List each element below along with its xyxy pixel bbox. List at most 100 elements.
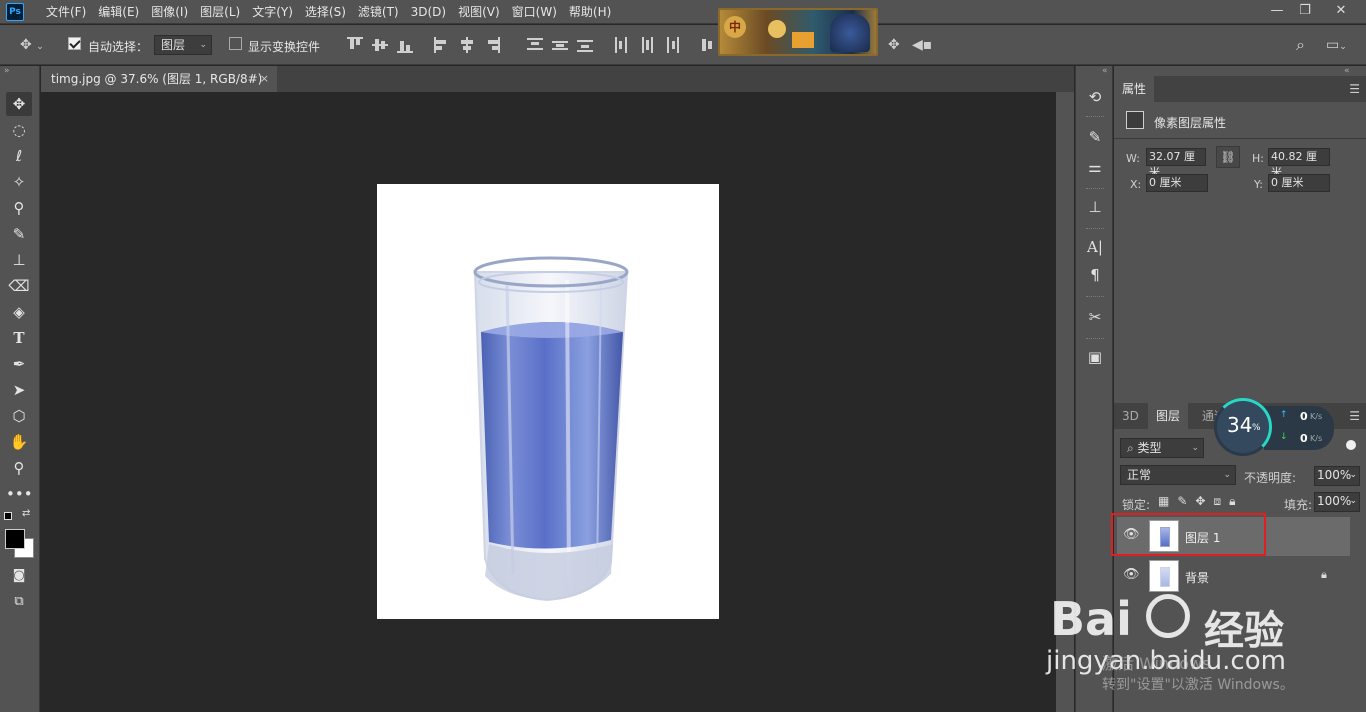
menu-filter[interactable]: 滤镜(T) (352, 0, 405, 24)
y-field[interactable]: 0 厘米 (1268, 174, 1330, 192)
quick-mask-icon[interactable]: ◙ (6, 564, 32, 588)
brush-presets-icon[interactable]: ✎ (1084, 126, 1106, 148)
shape-tool-icon[interactable]: ⬡ (6, 404, 32, 428)
document-canvas[interactable] (377, 184, 719, 619)
tools-options-icon[interactable]: ✂ (1084, 306, 1106, 328)
align-right-icon[interactable] (484, 37, 500, 53)
options-bar: ✥ ⌄ 自动选择： 图层 ⌄ 显示变换控件 ✥ ◀▪ ⌕ ▭⌄ (0, 25, 1366, 65)
close-window-button[interactable]: ✕ (1326, 0, 1356, 22)
screen-mode-icon[interactable]: ⧉ (6, 590, 32, 614)
blend-mode-dropdown[interactable]: 正常 ⌄ (1120, 465, 1236, 485)
stamp-tool-icon[interactable]: ⊥ (6, 248, 32, 272)
fill-field[interactable]: 100% ⌄ (1314, 492, 1360, 512)
tab-properties[interactable]: 属性 (1114, 76, 1155, 102)
lock-options-icons[interactable]: ▦✎✥⧈🔒︎ (1158, 494, 1243, 509)
network-speed-widget[interactable]: ↑ 0 K/s ↓ 0 K/s 34 % (1214, 398, 1334, 456)
close-tab-icon[interactable]: × (260, 66, 269, 92)
lasso-tool-icon[interactable]: ℓ (6, 144, 32, 168)
dock-separator (1086, 338, 1104, 339)
panel-menu-icon[interactable]: ☰ (1349, 409, 1360, 423)
clone-source-icon[interactable]: ⊥ (1084, 196, 1106, 218)
collapse-panels-icon[interactable]: « (1344, 66, 1350, 76)
width-field[interactable]: 32.07 厘米 (1146, 148, 1206, 179)
opacity-field[interactable]: 100% ⌄ (1314, 466, 1360, 486)
libraries-icon[interactable]: ▣ (1084, 346, 1106, 368)
x-field[interactable]: 0 厘米 (1146, 174, 1208, 192)
menu-help[interactable]: 帮助(H) (563, 0, 617, 24)
align-hcenter-icon[interactable] (459, 37, 475, 53)
3d-pan-icon[interactable]: ✥ (888, 37, 900, 53)
menu-edit[interactable]: 编辑(E) (92, 0, 145, 24)
hand-tool-icon[interactable]: ✋ (6, 430, 32, 454)
distribute-bottom-icon[interactable] (577, 37, 593, 53)
brush-tool-icon[interactable]: ✎ (6, 222, 32, 246)
height-field[interactable]: 40.82 厘米 (1268, 148, 1330, 179)
magic-wand-tool-icon[interactable]: ✧ (6, 170, 32, 194)
move-tool-preset-icon[interactable]: ✥ ⌄ (20, 37, 44, 55)
menu-view[interactable]: 视图(V) (452, 0, 506, 24)
3d-video-icon[interactable]: ◀▪ (912, 37, 932, 53)
search-icon[interactable]: ⌕ (1296, 37, 1305, 53)
character-icon[interactable]: A| (1084, 236, 1106, 258)
menu-3d[interactable]: 3D(D) (405, 0, 452, 24)
visibility-eye-icon[interactable]: 👁︎ (1123, 567, 1140, 582)
menu-file[interactable]: 文件(F) (40, 0, 92, 24)
distribute-top-icon[interactable] (527, 37, 543, 53)
align-top-icon[interactable] (347, 37, 363, 53)
paw-logo-icon (1146, 594, 1190, 638)
paint-bucket-tool-icon[interactable]: ◈ (6, 300, 32, 324)
adjustments-icon[interactable]: ⚌ (1084, 156, 1106, 178)
panel-menu-icon[interactable]: ☰ (1349, 82, 1360, 96)
workspace-icon[interactable]: ▭⌄ (1326, 37, 1347, 55)
menu-select[interactable]: 选择(S) (299, 0, 352, 24)
baidu-jingyan-watermark: Bai 经验 jingyan.baidu.com 激活 Windows 转到"设… (1046, 590, 1366, 712)
distribute-vcenter-icon[interactable] (552, 37, 568, 53)
menu-layer[interactable]: 图层(L) (194, 0, 246, 24)
collapse-dock-icon[interactable]: « (1102, 66, 1108, 76)
path-select-tool-icon[interactable]: ➤ (6, 378, 32, 402)
x-label: X: (1130, 178, 1142, 191)
align-bottom-icon[interactable] (397, 37, 413, 53)
foreground-color-swatch[interactable] (5, 529, 25, 549)
tab-layers[interactable]: 图层 (1148, 403, 1189, 429)
history-icon[interactable]: ⟲ (1084, 86, 1106, 108)
distribute-right-icon[interactable] (664, 37, 680, 53)
paragraph-icon[interactable]: ¶ (1084, 264, 1106, 286)
auto-select-target-dropdown[interactable]: 图层 ⌄ (154, 35, 212, 55)
blend-mode-value: 正常 (1127, 468, 1152, 482)
move-tool-icon[interactable]: ✥ (6, 92, 32, 116)
menu-window[interactable]: 窗口(W) (506, 0, 563, 24)
show-transform-checkbox[interactable] (229, 37, 242, 53)
menu-image[interactable]: 图像(I) (145, 0, 194, 24)
dock-separator (1086, 228, 1104, 229)
y-label: Y: (1254, 178, 1263, 191)
document-tab[interactable]: timg.jpg @ 37.6% (图层 1, RGB/8#) * × (41, 66, 277, 112)
layer-name[interactable]: 背景 (1185, 569, 1209, 586)
swap-colors-icon[interactable]: ⇄ (22, 508, 30, 519)
filter-toggle-icon[interactable] (1346, 440, 1356, 450)
type-tool-icon[interactable]: T (6, 326, 32, 350)
distribute-left-icon[interactable] (614, 37, 630, 53)
minimize-button[interactable]: — (1262, 0, 1292, 22)
dock-separator (1086, 296, 1104, 297)
eraser-tool-icon[interactable]: ⌫ (6, 274, 32, 298)
default-colors-icon[interactable] (4, 512, 12, 520)
menu-type[interactable]: 文字(Y) (246, 0, 299, 24)
marquee-tool-icon[interactable]: ◌ (6, 118, 32, 142)
auto-select-label: 自动选择： (88, 40, 149, 54)
lock-icon[interactable]: 🔒︎ (1321, 568, 1327, 582)
zoom-tool-icon[interactable]: ⚲ (6, 456, 32, 480)
align-left-icon[interactable] (434, 37, 450, 53)
auto-align-icon[interactable] (700, 37, 716, 53)
collapse-tools-icon[interactable]: » (4, 66, 10, 76)
restore-button[interactable]: ❐ (1290, 0, 1320, 22)
auto-select-checkbox[interactable] (68, 37, 81, 53)
align-vcenter-icon[interactable] (372, 37, 388, 53)
pen-tool-icon[interactable]: ✒ (6, 352, 32, 376)
tab-3d[interactable]: 3D (1114, 403, 1147, 429)
link-dimensions-icon[interactable]: ⛓ (1216, 146, 1240, 168)
eyedropper-tool-icon[interactable]: ⚲ (6, 196, 32, 220)
distribute-hcenter-icon[interactable] (639, 37, 655, 53)
more-tools-icon[interactable]: ••• (6, 482, 33, 506)
layer-filter-dropdown[interactable]: ⌕ 类型 ⌄ (1120, 438, 1204, 458)
